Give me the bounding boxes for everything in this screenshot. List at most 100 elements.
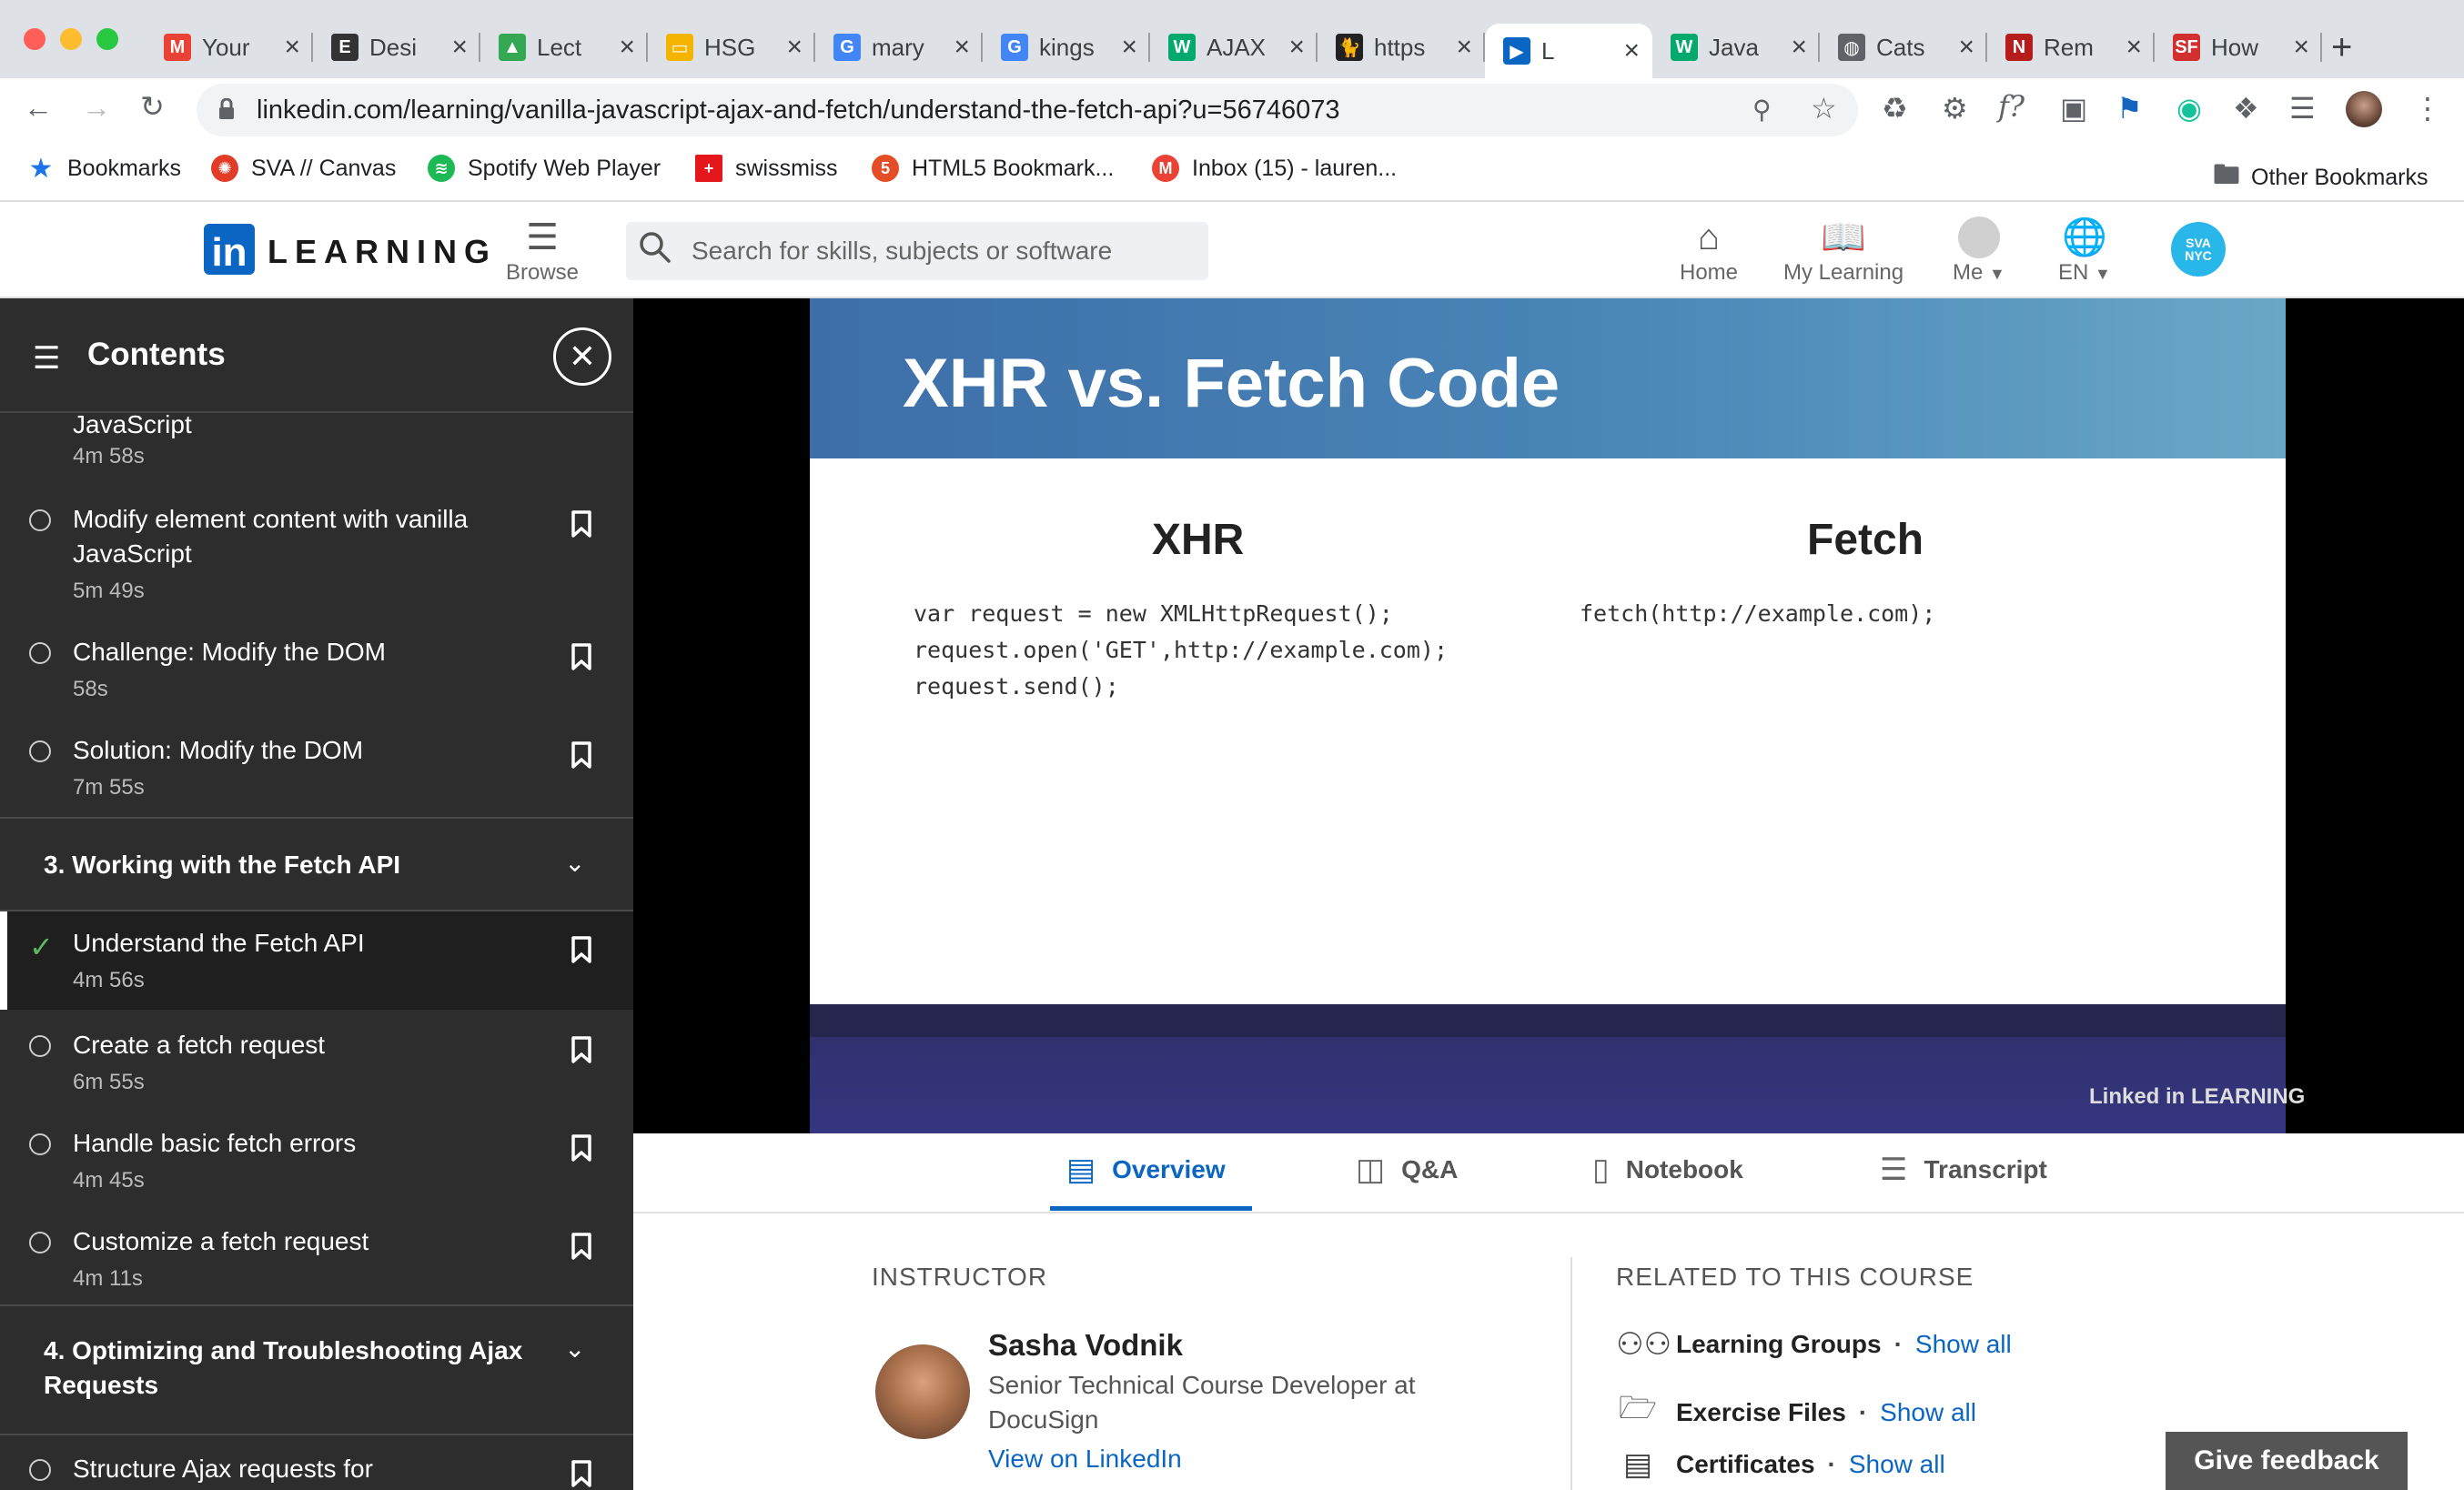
video-item[interactable]: Create a fetch request 6m 55s [0, 1028, 633, 1104]
transcript-icon: ☰ [1880, 1153, 1908, 1187]
other-bookmarks[interactable]: 🖿 Other Bookmarks [2213, 155, 2429, 201]
browser-tab[interactable]: ◍ Cats × [1820, 24, 1987, 71]
column-divider [1570, 1257, 1572, 1490]
browse-button[interactable]: ☰ Browse [506, 215, 579, 286]
menu-kebab-icon[interactable]: ⋮ [2413, 91, 2442, 126]
browser-tab[interactable]: W Java × [1652, 24, 1820, 71]
close-icon[interactable]: × [284, 32, 300, 63]
close-icon[interactable]: × [1456, 32, 1472, 63]
search-input[interactable] [692, 222, 1201, 280]
flag-extension-icon[interactable]: ⚑ [2116, 91, 2143, 126]
window-close-button[interactable] [24, 28, 45, 50]
browser-tab[interactable]: E Desi × [313, 24, 480, 71]
instructor-name: Sasha Vodnik [988, 1328, 1183, 1362]
linkedin-logo[interactable]: in [204, 224, 255, 275]
tab-qa[interactable]: ◫ Q&A [1356, 1152, 1458, 1188]
tab-overview[interactable]: ▤ Overview [1066, 1152, 1226, 1188]
nav-my-learning[interactable]: 📖 My Learning [1783, 215, 1904, 286]
recycle-extension-icon[interactable]: ♻ [1882, 91, 1908, 126]
close-icon[interactable]: × [1288, 32, 1305, 63]
chevron-down-icon: ⌄ [564, 849, 586, 877]
close-icon[interactable]: × [2126, 32, 2142, 63]
browser-tab[interactable]: 🐈 https × [1318, 24, 1485, 71]
tab-title: kings [1039, 33, 1095, 61]
give-feedback-button[interactable]: Give feedback [2166, 1432, 2408, 1490]
browser-tab[interactable]: Gkings × [983, 24, 1150, 71]
bookmark-icon[interactable] [570, 1232, 593, 1261]
video-item[interactable]: JavaScript 4m 58s [0, 408, 633, 473]
bookmark-icon[interactable] [570, 642, 593, 671]
bookmark-icon[interactable] [570, 1133, 593, 1163]
nav-me[interactable]: Me ▼ [1953, 215, 2005, 286]
learning-wordmark[interactable]: LEARNING [268, 233, 497, 271]
nav-home[interactable]: ⌂ Home [1680, 215, 1738, 286]
view-on-linkedin-link[interactable]: View on LinkedIn [988, 1445, 1182, 1474]
browser-tab[interactable]: M Your × [146, 24, 313, 71]
bookmark-link[interactable]: + swissmiss [695, 155, 838, 182]
font-extension-icon[interactable]: f? [1998, 89, 2025, 124]
forward-icon[interactable]: → [82, 91, 111, 125]
bookmark-icon[interactable] [570, 1459, 593, 1488]
bookmark-link[interactable]: ★ Bookmarks [27, 154, 182, 184]
video-item[interactable]: Handle basic fetch errors 4m 45s [0, 1126, 633, 1203]
instructor-avatar[interactable] [875, 1344, 970, 1439]
bookmark-link[interactable]: 5 HTML5 Bookmark... [872, 155, 1114, 182]
video-item[interactable]: Structure Ajax requests for [0, 1452, 633, 1490]
bookmark-icon[interactable] [570, 1035, 593, 1064]
browser-tab[interactable]: Gmary × [815, 24, 983, 71]
bookmark-icon[interactable] [570, 509, 593, 539]
new-tab-button[interactable]: + [2331, 27, 2352, 68]
video-item[interactable]: Modify element content with vanilla Java… [0, 502, 633, 611]
reload-icon[interactable]: ↻ [140, 89, 165, 124]
browser-tab[interactable]: ▲ Lect × [480, 24, 648, 71]
video-item[interactable]: Customize a fetch request 4m 11s [0, 1224, 633, 1301]
show-all-link[interactable]: Show all [1880, 1398, 1976, 1427]
browser-tab[interactable]: ▶ L × [1485, 24, 1652, 78]
org-badge[interactable]: SVA NYC [2171, 222, 2226, 277]
incomplete-circle-icon [29, 1232, 51, 1253]
reader-extension-icon[interactable]: ▣ [2060, 91, 2087, 126]
bookmark-link[interactable]: ✺ SVA // Canvas [211, 155, 396, 182]
reading-list-icon[interactable]: ☰ [2289, 91, 2316, 126]
close-icon[interactable]: × [954, 32, 970, 63]
bookmark-icon[interactable] [570, 935, 593, 964]
nav-language[interactable]: 🌐 EN ▼ [2058, 215, 2111, 286]
grammarly-icon[interactable]: ◉ [2176, 91, 2202, 126]
bookmark-star-icon[interactable]: ☆ [1811, 91, 1837, 126]
bookmark-link[interactable]: M Inbox (15) - lauren... [1152, 155, 1397, 182]
browser-tab[interactable]: N Rem × [1987, 24, 2155, 71]
browser-tab[interactable]: ▭ HSG × [648, 24, 815, 71]
close-icon[interactable]: × [1623, 35, 1640, 66]
close-icon[interactable]: × [451, 32, 468, 63]
bookmark-icon[interactable] [570, 740, 593, 770]
chapter-4-header[interactable]: 4. Optimizing and Troubleshooting Ajax R… [0, 1304, 633, 1435]
chapter-3-header[interactable]: 3. Working with the Fetch API ⌄ [0, 817, 633, 911]
url-text[interactable]: linkedin.com/learning/vanilla-javascript… [257, 96, 1340, 126]
show-all-link[interactable]: Show all [1849, 1450, 1945, 1479]
show-all-link[interactable]: Show all [1915, 1330, 2012, 1359]
browser-tab[interactable]: W AJAX × [1150, 24, 1318, 71]
profile-avatar[interactable] [2346, 91, 2382, 127]
close-icon[interactable]: × [1791, 32, 1807, 63]
close-icon[interactable]: × [619, 32, 635, 63]
video-item-current[interactable]: ✓ Understand the Fetch API 4m 56s [0, 911, 633, 1010]
key-icon[interactable]: ⚲ [1752, 95, 1772, 125]
extensions-puzzle-icon[interactable]: ❖ [2233, 91, 2259, 126]
tab-notebook[interactable]: ▯ Notebook [1592, 1152, 1743, 1188]
window-maximize-button[interactable] [96, 28, 118, 50]
video-item[interactable]: Solution: Modify the DOM 7m 55s [0, 733, 633, 810]
notebook-icon: ▯ [1592, 1153, 1610, 1187]
window-minimize-button[interactable] [60, 28, 82, 50]
bookmark-link[interactable]: ≋ Spotify Web Player [428, 155, 661, 182]
close-icon[interactable]: ✕ [553, 327, 611, 386]
back-icon[interactable]: ← [24, 91, 53, 125]
close-icon[interactable]: × [786, 32, 803, 63]
close-icon[interactable]: × [1958, 32, 1974, 63]
tab-transcript[interactable]: ☰ Transcript [1880, 1152, 2047, 1188]
gear-extension-icon[interactable]: ⚙ [1942, 91, 1968, 126]
video-item[interactable]: Challenge: Modify the DOM 58s [0, 635, 633, 711]
close-icon[interactable]: × [2293, 32, 2309, 63]
incomplete-circle-icon [29, 642, 51, 664]
browser-tab[interactable]: SF How × [2155, 24, 2322, 71]
close-icon[interactable]: × [1121, 32, 1137, 63]
